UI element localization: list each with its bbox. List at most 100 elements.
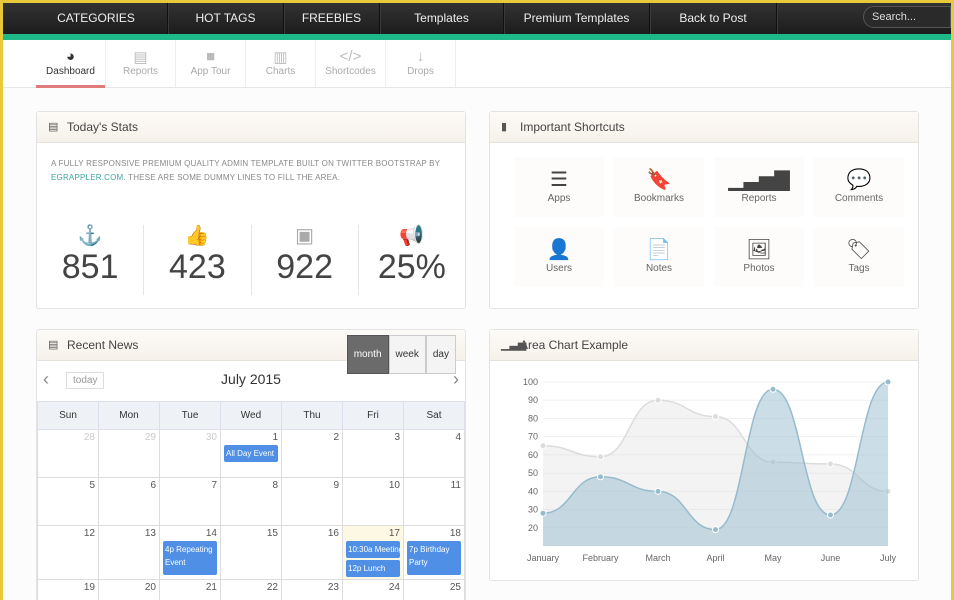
- calendar-day[interactable]: 4: [403, 429, 465, 478]
- y-tick-label: 60: [528, 450, 538, 460]
- calendar-day[interactable]: 2: [281, 429, 343, 478]
- calendar-day[interactable]: 22: [220, 579, 282, 600]
- calendar-day[interactable]: 6: [98, 477, 160, 526]
- nav-categories[interactable]: CATEGORIES: [25, 3, 168, 34]
- day-number: 12: [83, 528, 95, 539]
- stat-value: 423: [169, 248, 226, 286]
- bookmark-icon: ▮: [501, 121, 508, 133]
- nav-back-to-post[interactable]: Back to Post: [650, 3, 777, 34]
- calendar-event[interactable]: 4p Repeating Event: [163, 541, 217, 575]
- calendar-week: 5 6 7 8 9 10 11: [37, 477, 465, 526]
- calendar-day[interactable]: 21: [159, 579, 221, 600]
- calendar-day[interactable]: 5: [37, 477, 99, 526]
- calendar-day[interactable]: 9: [281, 477, 343, 526]
- calendar-event[interactable]: 10:30a Meeting: [346, 541, 400, 558]
- tag-icon: 🏷: [846, 239, 872, 261]
- day-number: 10: [388, 480, 400, 491]
- calendar-day[interactable]: 20: [98, 579, 160, 600]
- calendar-day[interactable]: 12: [37, 525, 99, 580]
- calendar-day[interactable]: 17 10:30a Meeting 12p Lunch: [342, 525, 404, 580]
- calendar-day[interactable]: 23: [281, 579, 343, 600]
- calendar-week: 12 13 14 4p Repeating Event 15 16 17 10:30a Mee…: [37, 525, 465, 580]
- calendar-week: 28 29 30 1 All Day Event 2 3 4: [37, 429, 465, 478]
- shortcuts-panel: ▮ Important Shortcuts ☰ Apps 🔖 Bookmarks ▁▃▅▇…: [489, 111, 919, 309]
- shortcut-photos[interactable]: 🖼 Photos: [714, 227, 804, 287]
- day-number: 1: [272, 432, 278, 443]
- day-number: 7: [211, 480, 217, 491]
- next-month-button[interactable]: ›: [453, 369, 459, 390]
- calendar-event[interactable]: 7p Birthday Party: [407, 541, 461, 575]
- calendar-icon: ▤: [48, 339, 59, 351]
- calendar-week: 19 20 21 22 23 24 25: [37, 579, 465, 600]
- data-point: [654, 487, 662, 495]
- nav-templates[interactable]: Templates: [380, 3, 504, 34]
- tab-dashboard[interactable]: ◕ Dashboard: [36, 40, 106, 88]
- tab-reports[interactable]: ▤ Reports: [106, 40, 176, 87]
- x-tick-label: April: [706, 553, 724, 563]
- day-number: 2: [333, 432, 339, 443]
- calendar-day[interactable]: 10: [342, 477, 404, 526]
- calendar-day[interactable]: 13: [98, 525, 160, 580]
- calendar-day[interactable]: 15: [220, 525, 282, 580]
- shortcut-users[interactable]: 👤 Users: [514, 227, 604, 287]
- calendar-day[interactable]: 3: [342, 429, 404, 478]
- stats-description: A FULLY RESPONSIVE PREMIUM QUALITY ADMIN…: [51, 159, 441, 182]
- calendar-day[interactable]: 11: [403, 477, 465, 526]
- day-number: 14: [205, 528, 217, 539]
- calendar-event[interactable]: All Day Event: [224, 445, 278, 462]
- shortcut-comments[interactable]: 💬 Comments: [814, 157, 904, 217]
- day-number: 29: [144, 432, 156, 443]
- search-input[interactable]: Search...: [863, 6, 951, 28]
- tab-label: Dashboard: [46, 66, 95, 77]
- day-header: Mon: [98, 401, 160, 430]
- x-tick-label: May: [764, 553, 782, 563]
- day-number: 15: [266, 528, 278, 539]
- egrappler-link[interactable]: EGRAPPLER.COM: [51, 173, 123, 182]
- calendar-day[interactable]: 1 All Day Event: [220, 429, 282, 478]
- tab-drops[interactable]: ↓ Drops: [386, 40, 456, 87]
- todays-stats-panel: ▤ Today's Stats A FULLY RESPONSIVE PREMIU…: [36, 111, 466, 309]
- stat-value: 922: [276, 248, 333, 286]
- day-number: 18: [449, 528, 461, 539]
- day-header: Tue: [159, 401, 221, 430]
- day-number: 24: [388, 582, 400, 593]
- calendar-day[interactable]: 28: [37, 429, 99, 478]
- shortcut-tags[interactable]: 🏷 Tags: [814, 227, 904, 287]
- day-number: 5: [89, 480, 95, 491]
- y-tick-label: 50: [528, 468, 538, 478]
- calendar-day[interactable]: 7: [159, 477, 221, 526]
- comment-icon: 💬: [846, 169, 872, 191]
- panel-title: Today's Stats: [67, 120, 138, 134]
- shortcut-label: Notes: [645, 263, 673, 274]
- tab-label: Reports: [122, 66, 158, 77]
- calendar-day[interactable]: 30: [159, 429, 221, 478]
- tab-shortcodes[interactable]: </> Shortcodes: [316, 40, 386, 87]
- calendar-day[interactable]: 8: [220, 477, 282, 526]
- shortcut-bookmarks[interactable]: 🔖 Bookmarks: [614, 157, 704, 217]
- calendar-day[interactable]: 24: [342, 579, 404, 600]
- tab-app-tour[interactable]: ■ App Tour: [176, 40, 246, 87]
- calendar-day[interactable]: 14 4p Repeating Event: [159, 525, 221, 580]
- shortcut-apps[interactable]: ☰ Apps: [514, 157, 604, 217]
- nav-premium-templates[interactable]: Premium Templates: [504, 3, 650, 34]
- data-point: [597, 473, 604, 481]
- tab-charts[interactable]: ▥ Charts: [246, 40, 316, 87]
- shortcut-reports[interactable]: ▁▃▅▇ Reports: [714, 157, 804, 217]
- bar-chart-icon: ▥: [273, 49, 288, 66]
- calendar-event[interactable]: 12p Lunch: [346, 560, 400, 577]
- nav-freebies[interactable]: FREEBIES: [284, 3, 380, 34]
- day-number: 23: [327, 582, 339, 593]
- shortcut-notes[interactable]: 📄 Notes: [614, 227, 704, 287]
- calendar-day[interactable]: 18 7p Birthday Party: [403, 525, 465, 580]
- calendar: Sun Mon Tue Wed Thu Fri Sat 28 29 30 1 All Day Even…: [37, 401, 465, 600]
- calendar-day[interactable]: 16: [281, 525, 343, 580]
- calendar-day[interactable]: 19: [37, 579, 99, 600]
- calendar-day[interactable]: 25: [403, 579, 465, 600]
- arrow-down-icon: ↓: [416, 48, 425, 65]
- calendar-day[interactable]: 29: [98, 429, 160, 478]
- reports-icon: ▤: [133, 49, 148, 66]
- picture-icon: 🖼: [746, 239, 772, 261]
- bookmark-icon: 🔖: [646, 169, 672, 191]
- user-icon: 👤: [546, 239, 572, 261]
- nav-hot-tags[interactable]: HOT TAGS: [168, 3, 284, 34]
